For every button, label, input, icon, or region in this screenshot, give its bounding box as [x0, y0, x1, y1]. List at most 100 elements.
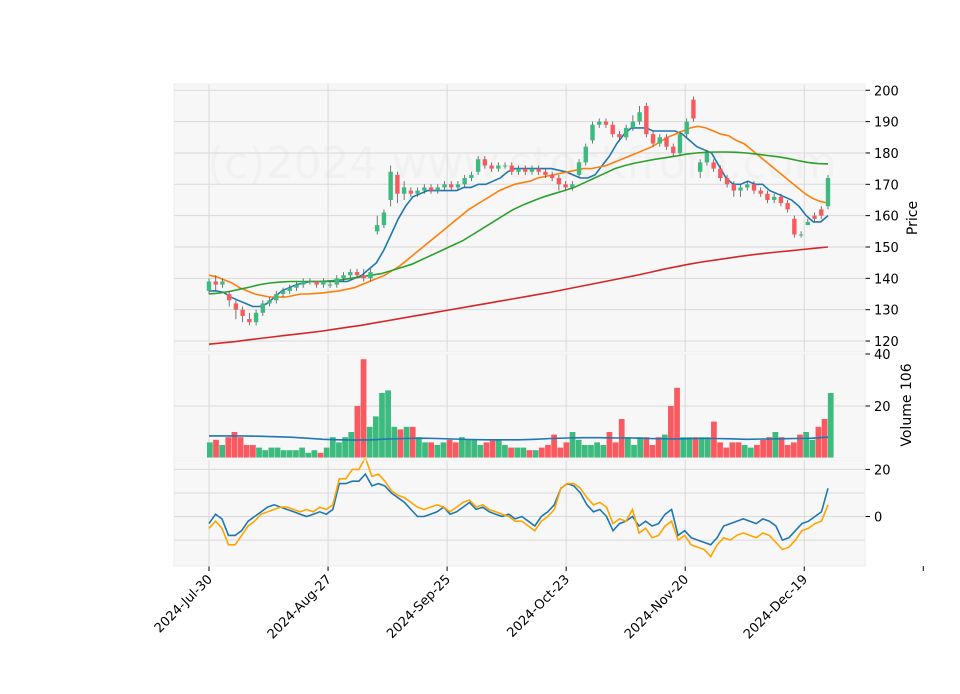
candle-body — [724, 178, 730, 185]
volume-bar — [594, 442, 600, 458]
candle-body — [610, 124, 615, 135]
candle-body — [536, 168, 541, 172]
volume-bar — [821, 419, 828, 458]
indicator-tick-label: 20 — [874, 463, 891, 478]
candle-body — [805, 221, 811, 226]
price-tick-label: 150 — [874, 241, 899, 256]
candle-body — [220, 281, 225, 285]
volume-bar — [600, 445, 607, 458]
volume-bar — [372, 416, 379, 458]
candle-body — [671, 146, 676, 153]
volume-bar — [520, 447, 527, 458]
volume-bar — [403, 426, 410, 458]
candle-body — [819, 209, 824, 216]
volume-bar — [588, 445, 594, 458]
volume-bar — [735, 442, 742, 458]
volume-bar — [428, 442, 435, 458]
volume-bar — [606, 432, 613, 458]
candle-body — [650, 134, 656, 144]
volume-bar — [434, 445, 441, 458]
price-panel-background — [174, 84, 865, 352]
candle-body — [475, 159, 481, 172]
candle-body — [570, 184, 575, 188]
candle-body — [529, 168, 535, 172]
candle-body — [623, 127, 629, 138]
volume-bar — [717, 442, 723, 458]
candle-body — [408, 190, 414, 194]
candle-body — [287, 287, 292, 291]
volume-tick-label: 40 — [874, 348, 891, 363]
volume-bar — [612, 442, 619, 458]
candle-body — [684, 121, 689, 135]
x-tick-label: 2024-Dec-19 — [741, 572, 811, 642]
candle-body — [348, 272, 353, 276]
candle-body — [792, 218, 797, 235]
candle-body — [664, 137, 669, 147]
price-tick-label: 160 — [874, 210, 899, 225]
candle-body — [294, 284, 299, 288]
volume-bar — [268, 447, 275, 458]
volume-axis-label: Volume 106 — [899, 363, 915, 446]
volume-tick-label: 20 — [874, 400, 891, 415]
candle-body — [543, 171, 548, 175]
watermark-text: (c)2024 www.stockfrom.com — [207, 138, 837, 189]
volume-bar — [692, 437, 699, 458]
candle-body — [415, 190, 420, 194]
candle-body — [469, 174, 474, 179]
volume-bar — [723, 447, 730, 458]
volume-bar — [538, 447, 545, 458]
candle-body — [226, 294, 232, 301]
volume-bar — [668, 406, 674, 458]
candle-body — [496, 165, 501, 169]
volume-bar — [360, 359, 367, 458]
volume-bar — [563, 442, 570, 458]
volume-bar — [655, 437, 662, 458]
volume-bar — [280, 450, 287, 458]
volume-bar — [489, 439, 496, 458]
volume-bar — [471, 439, 478, 458]
candle-body — [677, 134, 683, 153]
volume-bar — [219, 445, 226, 458]
volume-bar — [213, 439, 219, 458]
price-tick-label: 130 — [874, 304, 899, 319]
candle-body — [502, 165, 508, 167]
candle-body — [300, 281, 306, 285]
chart-svg: 2024-Jul-30 2024-Aug-27 2024-Sep-25 2024-Oc… — [152, 83, 924, 642]
volume-bar — [354, 406, 361, 458]
candle-body — [798, 234, 804, 236]
candle-body — [691, 99, 696, 119]
volume-bar — [569, 432, 576, 458]
candle-body — [711, 162, 716, 169]
candle-body — [247, 319, 252, 323]
candle-body — [381, 212, 387, 226]
candle-body — [233, 303, 239, 310]
candle-body — [523, 168, 528, 172]
volume-bar — [274, 447, 281, 458]
volume-bar — [286, 450, 293, 458]
candle-body — [354, 272, 360, 276]
volume-bar — [459, 437, 465, 458]
candle-body — [583, 146, 588, 163]
candle-body — [267, 300, 272, 304]
candle-body — [314, 281, 319, 285]
volume-bar — [397, 429, 404, 458]
volume-bar — [243, 445, 250, 458]
volume-bar — [815, 426, 822, 458]
volume-bar — [809, 439, 816, 458]
indicator-tick-label: 0 — [874, 511, 882, 526]
volume-bar — [446, 439, 453, 458]
volume-bar — [465, 439, 471, 458]
volume-bar — [366, 426, 373, 458]
candle-body — [361, 275, 366, 279]
candle-body — [341, 275, 346, 279]
volume-bar — [803, 432, 809, 458]
x-tick-label: 2024-Aug-27 — [265, 572, 335, 642]
candle-body — [375, 225, 380, 232]
candle-body — [509, 165, 514, 172]
volume-bar — [686, 437, 693, 458]
candle-body — [334, 278, 340, 285]
stock-chart: 2024-Jul-30 2024-Aug-27 2024-Sep-25 2024-Oc… — [0, 0, 960, 690]
volume-bar — [391, 426, 398, 458]
volume-bar — [698, 437, 705, 458]
price-axis-label: Price — [905, 201, 921, 235]
